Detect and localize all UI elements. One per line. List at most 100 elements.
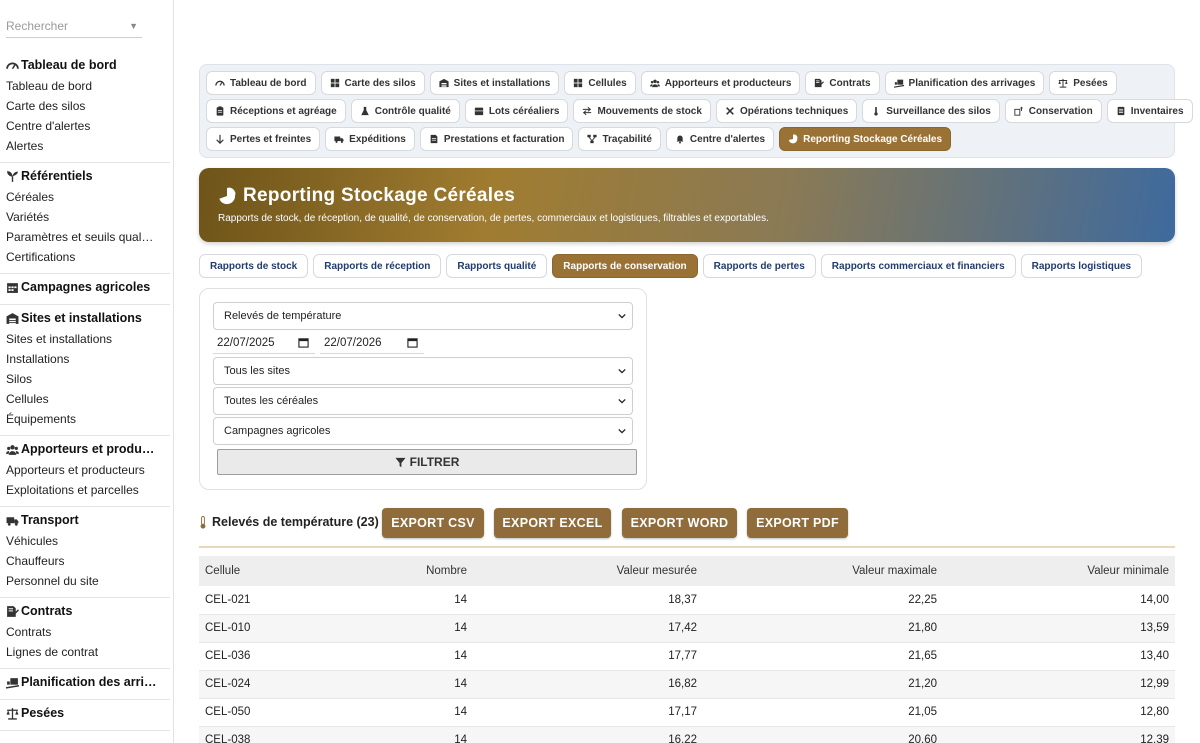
- nav-label: Cellules: [588, 77, 627, 89]
- column-header-cellule[interactable]: Cellule: [199, 556, 311, 586]
- results-title: Relevés de température (23): [199, 515, 379, 529]
- tab-rapports-de-pertes[interactable]: Rapports de pertes: [702, 254, 816, 278]
- sidebar-item-apporteurs-et-producteurs[interactable]: Apporteurs et producteurs: [0, 460, 168, 480]
- nav-lots-cerealiers[interactable]: Lots céréaliers: [464, 99, 569, 123]
- nav-contrats[interactable]: Contrats: [805, 71, 880, 95]
- table-row[interactable]: CEL-050 14 17,17 21,05 12,80: [199, 698, 1175, 727]
- date-from-input[interactable]: 22/07/2025: [213, 332, 315, 354]
- filter-button[interactable]: FILTRER: [217, 449, 637, 475]
- sidebar-section-apporteurs-et-produ[interactable]: Apporteurs et produ…: [0, 438, 170, 460]
- tab-rapports-commerciaux-et-financiers[interactable]: Rapports commerciaux et financiers: [820, 254, 1016, 278]
- table-cell: 12,80: [943, 698, 1175, 727]
- export-pdf-button[interactable]: EXPORT PDF: [747, 508, 848, 538]
- sidebar-item-lignes-de-contrat[interactable]: Lignes de contrat: [0, 642, 168, 662]
- grid-icon: [330, 78, 340, 88]
- sidebar-item-tableau-de-bord[interactable]: Tableau de bord: [0, 76, 168, 96]
- table-cell: CEL-036: [199, 642, 311, 671]
- nav-surveillance-des-silos[interactable]: Surveillance des silos: [862, 99, 1000, 123]
- sidebar-item-equipements[interactable]: Équipements: [0, 409, 168, 429]
- column-header-valeur-minimale[interactable]: Valeur minimale: [943, 556, 1175, 586]
- sidebar-item-centre-d-alertes[interactable]: Centre d'alertes: [0, 116, 168, 136]
- nav-label: Contrôle qualité: [374, 105, 451, 117]
- column-header-valeur-maximale[interactable]: Valeur maximale: [703, 556, 943, 586]
- filter-card: Relevés de température 22/07/2025 22/07/…: [199, 288, 647, 490]
- sidebar-item-cereales[interactable]: Céréales: [0, 187, 168, 207]
- nav-expeditions[interactable]: Expéditions: [325, 127, 415, 151]
- tab-rapports-de-conservation[interactable]: Rapports de conservation: [552, 254, 698, 278]
- sidebar-section-tableau-de-bord[interactable]: Tableau de bord: [0, 54, 170, 76]
- sidebar-section-pesees[interactable]: Pesées: [0, 702, 170, 724]
- contract-icon: [6, 605, 19, 618]
- sidebar-item-silos[interactable]: Silos: [0, 369, 168, 389]
- table-row[interactable]: CEL-010 14 17,42 21,80 13,59: [199, 614, 1175, 643]
- calendar-icon[interactable]: [298, 337, 309, 348]
- sidebar-section-planification-des-arri[interactable]: Planification des arri…: [0, 671, 170, 693]
- sidebar-item-cellules[interactable]: Cellules: [0, 389, 168, 409]
- table-row[interactable]: CEL-021 14 18,37 22,25 14,00: [199, 586, 1175, 615]
- sidebar-item-certifications[interactable]: Certifications: [0, 247, 168, 267]
- nav-operations-techniques[interactable]: Opérations techniques: [715, 99, 858, 123]
- tab-rapports-qualite[interactable]: Rapports qualité: [446, 254, 548, 278]
- table-row[interactable]: CEL-038 14 16,22 20,60 12,39: [199, 726, 1175, 743]
- sidebar-section-transport[interactable]: Transport: [0, 509, 170, 531]
- thermometer-icon: [200, 515, 206, 529]
- nav-tracabilite[interactable]: Traçabilité: [578, 127, 661, 151]
- site-select[interactable]: Tous les sites: [213, 357, 633, 385]
- date-to-input[interactable]: 22/07/2026: [320, 332, 424, 354]
- nav-prestations-et-facturation[interactable]: Prestations et facturation: [419, 127, 574, 151]
- sprout-icon: [6, 170, 19, 183]
- nav-pertes-et-freintes[interactable]: Pertes et freintes: [206, 127, 321, 151]
- tab-rapports-de-stock[interactable]: Rapports de stock: [199, 254, 309, 278]
- cereal-select[interactable]: Toutes les céréales: [213, 387, 633, 415]
- table-row[interactable]: CEL-024 14 16,82 21,20 12,99: [199, 670, 1175, 699]
- nav-centre-d-alertes[interactable]: Centre d'alertes: [665, 127, 775, 151]
- sidebar-item-sites-et-installations[interactable]: Sites et installations: [0, 329, 168, 349]
- table-row[interactable]: CEL-036 14 17,77 21,65 13,40: [199, 642, 1175, 671]
- table-cell: 14,00: [943, 586, 1175, 615]
- sidebar-section-referentiels[interactable]: Référentiels: [0, 165, 170, 187]
- tab-rapports-de-reception[interactable]: Rapports de réception: [313, 254, 442, 278]
- export-excel-button[interactable]: EXPORT EXCEL: [494, 508, 611, 538]
- sidebar-item-chauffeurs[interactable]: Chauffeurs: [0, 551, 168, 571]
- campaign-select[interactable]: Campagnes agricoles: [213, 417, 633, 445]
- nav-sites-et-installations[interactable]: Sites et installations: [429, 71, 560, 95]
- nav-carte-des-silos[interactable]: Carte des silos: [320, 71, 425, 95]
- nav-mouvements-de-stock[interactable]: Mouvements de stock: [573, 99, 711, 123]
- nav-receptions-et-agreage[interactable]: Réceptions et agréage: [206, 99, 346, 123]
- sidebar-item-contrats[interactable]: Contrats: [0, 622, 168, 642]
- sidebar-item-vehicules[interactable]: Véhicules: [0, 531, 168, 551]
- nav-pesees[interactable]: Pesées: [1049, 71, 1117, 95]
- sidebar-item-carte-des-silos[interactable]: Carte des silos: [0, 96, 168, 116]
- table-cell: 16,82: [473, 670, 703, 699]
- export-csv-button[interactable]: EXPORT CSV: [382, 508, 484, 538]
- nav-conservation[interactable]: Conservation: [1004, 99, 1102, 123]
- nav-tableau-de-bord[interactable]: Tableau de bord: [206, 71, 316, 95]
- table-cell: 14: [311, 586, 473, 615]
- sidebar-section-contrats[interactable]: Contrats: [0, 600, 170, 622]
- tab-rapports-logistiques[interactable]: Rapports logistiques: [1020, 254, 1143, 278]
- sidebar-section-sites-et-installations[interactable]: Sites et installations: [0, 307, 170, 329]
- nav-cellules[interactable]: Cellules: [564, 71, 636, 95]
- search-input[interactable]: Rechercher ▼: [6, 16, 142, 38]
- table-cell: CEL-050: [199, 698, 311, 727]
- sidebar-item-exploitations-et-parcelles[interactable]: Exploitations et parcelles: [0, 480, 168, 500]
- sidebar-item-parametres-et-seuils-qual[interactable]: Paramètres et seuils qual…: [0, 227, 168, 247]
- sidebar-item-personnel-du-site[interactable]: Personnel du site: [0, 571, 168, 591]
- sidebar-item-alertes[interactable]: Alertes: [0, 136, 168, 156]
- nav-reporting-stockage-cereales[interactable]: Reporting Stockage Céréales: [779, 127, 952, 151]
- export-word-button[interactable]: EXPORT WORD: [622, 508, 737, 538]
- sidebar-item-varietes[interactable]: Variétés: [0, 207, 168, 227]
- table-cell: 17,42: [473, 614, 703, 643]
- calendar-icon[interactable]: [407, 337, 418, 348]
- report-type-select[interactable]: Relevés de température: [213, 302, 633, 330]
- nav-planification-des-arrivages[interactable]: Planification des arrivages: [884, 71, 1045, 95]
- column-header-nombre[interactable]: Nombre: [311, 556, 473, 586]
- sidebar-item-installations[interactable]: Installations: [0, 349, 168, 369]
- column-header-valeur-mesuree[interactable]: Valeur mesurée: [473, 556, 703, 586]
- nav-inventaires[interactable]: Inventaires: [1106, 99, 1193, 123]
- nav-label: Planification des arrivages: [908, 77, 1036, 89]
- chevron-down-icon[interactable]: ▼: [129, 16, 138, 36]
- sidebar-section-campagnes-agricoles[interactable]: Campagnes agricoles: [0, 276, 170, 298]
- nav-controle-qualite[interactable]: Contrôle qualité: [350, 99, 460, 123]
- nav-apporteurs-et-producteurs[interactable]: Apporteurs et producteurs: [640, 71, 801, 95]
